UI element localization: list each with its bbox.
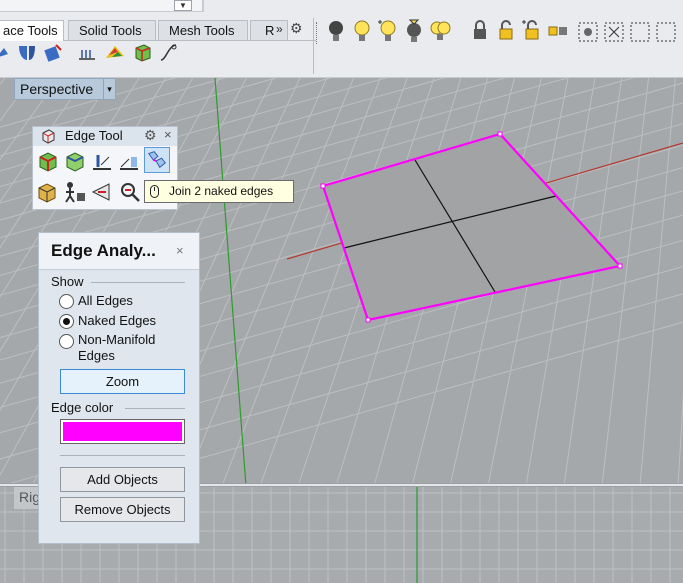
surface-tools-row [0,42,312,68]
lightbulb-off-icon[interactable] [324,18,348,46]
split-edge-icon[interactable] [62,149,88,175]
command-strip: ▼ [0,0,202,12]
remove-objects-button[interactable]: Remove Objects [60,497,185,522]
edge-tools-gear-icon[interactable]: ⚙ [144,127,157,144]
curvature-graph-icon[interactable] [158,42,180,64]
radio-all-edges[interactable] [59,294,74,309]
show-group-rule [91,282,185,283]
blend-surface-icon[interactable] [16,42,38,64]
edge-color-label: Edge color [51,400,114,415]
patch-surface-icon[interactable] [42,42,64,64]
edge-tools-close-icon[interactable]: × [164,127,172,142]
lock-swap-icon[interactable] [546,18,570,46]
separator-rule [60,455,185,456]
command-dropdown-icon[interactable]: ▼ [174,0,192,11]
unlock-select-icon[interactable] [520,18,544,46]
move-uv-edge-icon[interactable] [89,179,115,205]
planar-surface[interactable] [323,134,620,320]
edge-search-icon[interactable] [117,179,143,205]
show-group-label: Show [51,274,84,289]
tooltip-text: Join 2 naked edges [169,184,274,198]
divider [202,0,204,12]
lock-icon[interactable] [468,18,492,46]
lightbulb-on-icon[interactable] [350,18,374,46]
lightbulb-select-icon[interactable] [376,18,400,46]
add-objects-button[interactable]: Add Objects [60,467,185,492]
zoom-button[interactable]: Zoom [60,369,185,394]
edge-analysis-title: Edge Analy... [51,241,156,260]
toolbar-tabs: ace Tools Solid Tools Mesh Tools R [0,20,312,41]
join-2-naked-edges-icon[interactable] [144,147,170,173]
select-crossing-icon[interactable] [654,18,678,46]
rebuild-edges-icon[interactable] [116,149,142,175]
grid-line [677,393,683,486]
layer-visibility-row [316,18,683,48]
edge-analysis-panel: Edge Analy... × Show All Edges Naked Edg… [38,232,200,544]
edge-color-swatch[interactable] [60,419,185,444]
radio-naked-edges[interactable] [59,314,74,329]
radio-all-edges-label[interactable]: All Edges [78,293,133,309]
toolbar-grip[interactable] [316,22,319,44]
grid-line [601,78,650,486]
select-window-icon[interactable] [628,18,652,46]
unjoin-edge-icon[interactable] [62,179,88,205]
edge-color-rule [125,408,185,409]
tooltip: Join 2 naked edges [144,180,294,203]
edge-point-marker [497,131,503,137]
tabs-gear-icon[interactable]: ⚙ [290,20,303,37]
edge-point-marker [617,263,623,269]
edge-tools-header-icon [42,129,55,144]
toolbar-separator [313,18,314,74]
tabs-overflow-icon[interactable]: » [276,22,283,36]
grid-line [639,78,676,486]
edge-color-fill [63,422,182,441]
radio-non-manifold-label-1[interactable]: Non-Manifold [78,332,155,348]
unlock-icon[interactable] [494,18,518,46]
zebra-analysis-icon[interactable] [104,42,126,64]
rebuild-edges-box-icon[interactable] [35,179,61,205]
mouse-icon [150,185,159,198]
contour-analysis-icon[interactable] [76,42,98,64]
select-all-icon[interactable] [602,18,626,46]
tab-mesh-tools[interactable]: Mesh Tools [158,20,248,40]
edge-analysis-close-icon[interactable]: × [176,243,184,258]
grid-line [563,78,623,486]
edge-analysis-header[interactable]: Edge Analy... × [39,233,199,270]
edge-tools-header[interactable]: Edge Tool ⚙ × [33,127,177,146]
lightbulb-pair-icon[interactable] [428,18,452,46]
surface-tool-icon[interactable] [0,42,16,64]
radio-non-manifold-edges[interactable] [59,334,74,349]
tab-solid-tools[interactable]: Solid Tools [68,20,156,40]
merge-edge-icon[interactable] [89,149,115,175]
edge-tools-icon[interactable] [132,42,154,64]
top-toolbar: ▼ ace Tools Solid Tools Mesh Tools R » ⚙ [0,0,683,78]
tab-surface-tools[interactable]: ace Tools [0,20,64,41]
selection-filter-icon[interactable] [576,18,600,46]
edge-tools-title: Edge Tool [65,128,123,143]
show-edges-icon[interactable] [35,149,61,175]
viewport-menu-icon[interactable]: ▾ [103,79,115,99]
viewport-title[interactable]: Perspective ▾ [14,78,116,100]
edge-point-marker [320,183,326,189]
lightbulb-swap-icon[interactable] [402,18,426,46]
edge-point-marker [365,317,371,323]
viewport-title-label: Perspective [20,81,94,97]
radio-non-manifold-label-2[interactable]: Edges [78,348,115,364]
radio-naked-edges-label[interactable]: Naked Edges [78,313,156,329]
